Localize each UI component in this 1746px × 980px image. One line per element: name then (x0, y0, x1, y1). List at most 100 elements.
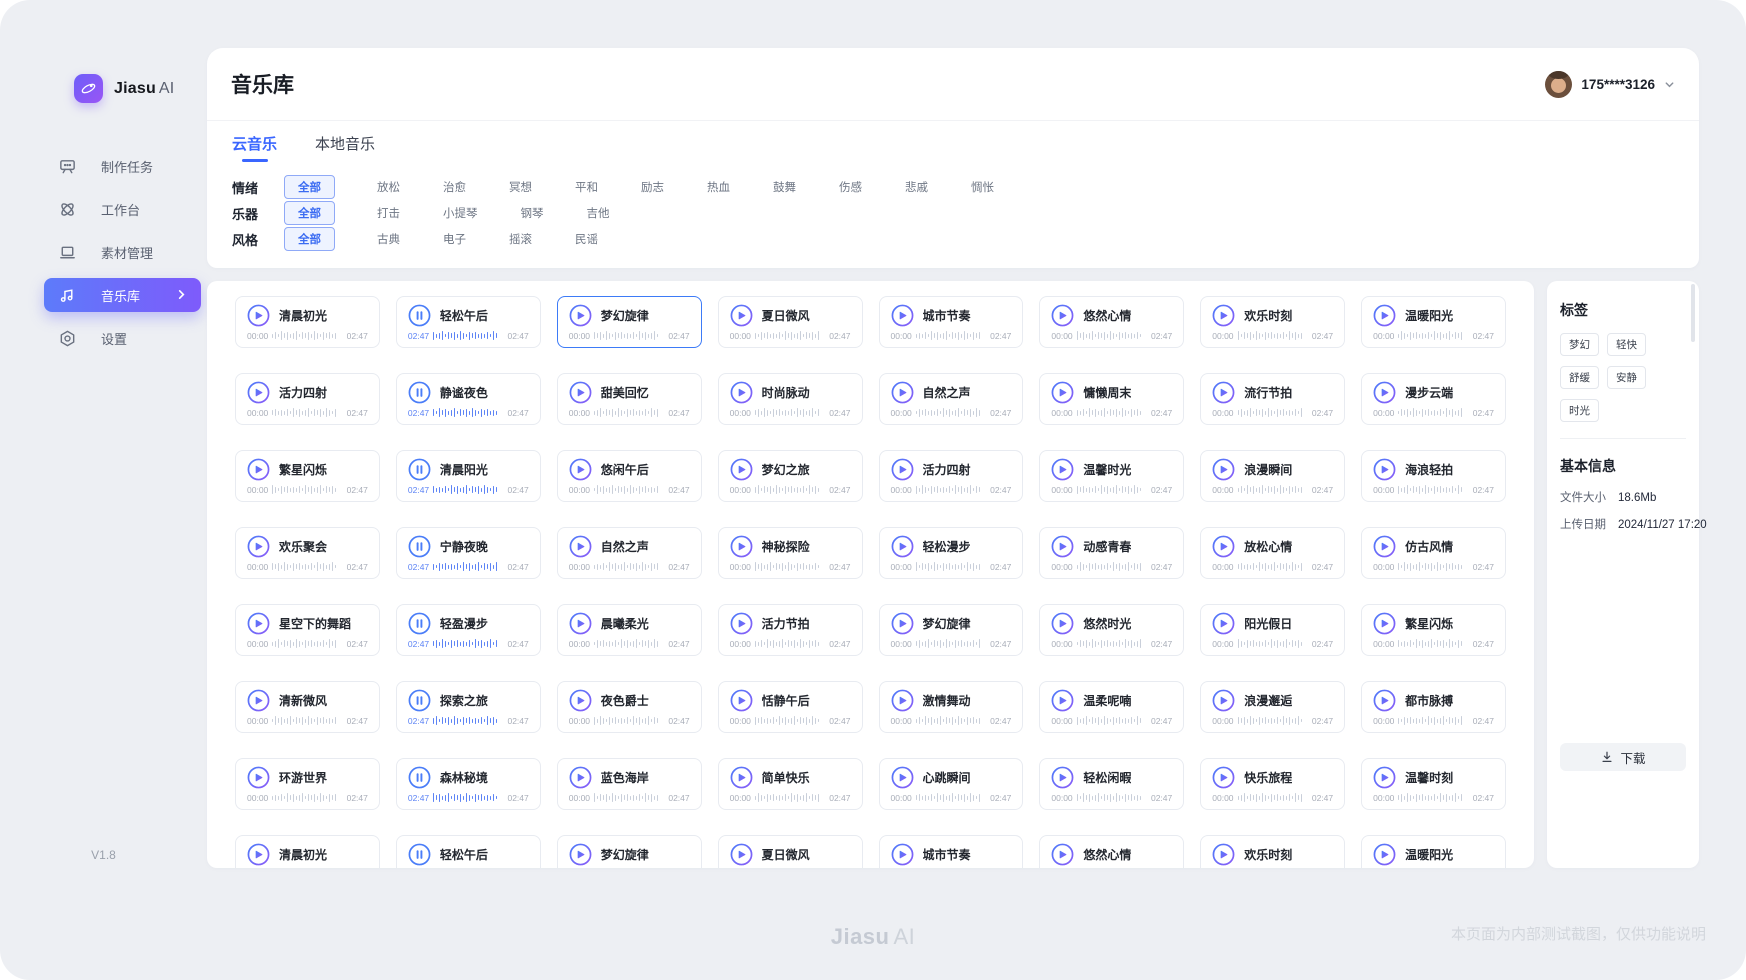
play-pause-button[interactable] (1051, 535, 1074, 558)
play-pause-button[interactable] (891, 381, 914, 404)
play-pause-button[interactable] (247, 535, 270, 558)
music-card[interactable]: 漫步云端 00:00 02:47 (1361, 373, 1506, 425)
waveform[interactable] (1398, 484, 1468, 495)
play-pause-button[interactable] (891, 304, 914, 327)
waveform[interactable] (594, 484, 664, 495)
music-card[interactable]: 温暖阳光 00:00 02:47 (1361, 296, 1506, 348)
waveform[interactable] (1077, 715, 1147, 726)
waveform[interactable] (1238, 484, 1308, 495)
music-card[interactable]: 温暖阳光 00:00 02:47 (1361, 835, 1506, 868)
music-card[interactable]: 激情舞动 00:00 02:47 (879, 681, 1024, 733)
filter-option[interactable]: 伤感 (838, 175, 863, 199)
waveform[interactable] (1238, 407, 1308, 418)
waveform[interactable] (594, 407, 664, 418)
music-card[interactable]: 清晨初光 00:00 02:47 (235, 296, 380, 348)
sidebar-item-tasks[interactable]: 制作任务 (44, 149, 201, 183)
waveform[interactable] (1238, 715, 1308, 726)
tag-chip[interactable]: 安静 (1607, 366, 1646, 389)
waveform[interactable] (1238, 792, 1308, 803)
waveform[interactable] (916, 484, 986, 495)
music-card[interactable]: 仿古风情 00:00 02:47 (1361, 527, 1506, 579)
music-card[interactable]: 环游世界 00:00 02:47 (235, 758, 380, 810)
music-card[interactable]: 夏日微风 00:00 02:47 (718, 296, 863, 348)
play-pause-button[interactable] (247, 458, 270, 481)
filter-option[interactable]: 鼓舞 (772, 175, 797, 199)
play-pause-button[interactable] (408, 304, 431, 327)
waveform[interactable] (1077, 638, 1147, 649)
play-pause-button[interactable] (1212, 612, 1235, 635)
waveform[interactable] (1077, 330, 1147, 341)
music-card[interactable]: 简单快乐 00:00 02:47 (718, 758, 863, 810)
filter-option[interactable]: 热血 (706, 175, 731, 199)
music-card[interactable]: 温馨时刻 00:00 02:47 (1361, 758, 1506, 810)
music-card[interactable]: 清晨阳光 02:47 02:47 (396, 450, 541, 502)
waveform[interactable] (1077, 561, 1147, 572)
music-card[interactable]: 梦幻旋律 00:00 02:47 (879, 604, 1024, 656)
filter-option[interactable]: 平和 (574, 175, 599, 199)
music-card[interactable]: 悠然心情 00:00 02:47 (1039, 296, 1184, 348)
waveform[interactable] (1238, 638, 1308, 649)
waveform[interactable] (433, 638, 503, 649)
play-pause-button[interactable] (408, 458, 431, 481)
waveform[interactable] (916, 561, 986, 572)
music-card[interactable]: 梦幻旋律 00:00 02:47 (557, 296, 702, 348)
music-card[interactable]: 轻松午后 02:47 02:47 (396, 835, 541, 868)
waveform[interactable] (272, 561, 342, 572)
waveform[interactable] (1238, 330, 1308, 341)
waveform[interactable] (916, 715, 986, 726)
filter-option[interactable]: 励志 (640, 175, 665, 199)
music-card[interactable]: 清新微风 00:00 02:47 (235, 681, 380, 733)
waveform[interactable] (272, 792, 342, 803)
filter-option[interactable]: 悲戚 (904, 175, 929, 199)
music-card[interactable]: 繁星闪烁 00:00 02:47 (1361, 604, 1506, 656)
play-pause-button[interactable] (1212, 458, 1235, 481)
play-pause-button[interactable] (730, 304, 753, 327)
waveform[interactable] (594, 715, 664, 726)
filter-option[interactable]: 全部 (284, 227, 335, 251)
sidebar-item-workbench[interactable]: 工作台 (44, 192, 201, 226)
play-pause-button[interactable] (569, 304, 592, 327)
music-card[interactable]: 星空下的舞蹈 00:00 02:47 (235, 604, 380, 656)
play-pause-button[interactable] (1212, 381, 1235, 404)
tag-chip[interactable]: 梦幻 (1560, 333, 1599, 356)
waveform[interactable] (755, 330, 825, 341)
play-pause-button[interactable] (730, 612, 753, 635)
music-card[interactable]: 欢乐聚会 00:00 02:47 (235, 527, 380, 579)
waveform[interactable] (1077, 484, 1147, 495)
play-pause-button[interactable] (408, 766, 431, 789)
play-pause-button[interactable] (1212, 843, 1235, 866)
music-card[interactable]: 海浪轻拍 00:00 02:47 (1361, 450, 1506, 502)
filter-option[interactable]: 电子 (442, 227, 467, 251)
waveform[interactable] (433, 792, 503, 803)
music-card[interactable]: 森林秘境 02:47 02:47 (396, 758, 541, 810)
play-pause-button[interactable] (569, 535, 592, 558)
music-card[interactable]: 悠然时光 00:00 02:47 (1039, 604, 1184, 656)
play-pause-button[interactable] (247, 843, 270, 866)
play-pause-button[interactable] (1051, 381, 1074, 404)
music-card[interactable]: 梦幻旋律 00:00 02:47 (557, 835, 702, 868)
music-card[interactable]: 活力节拍 00:00 02:47 (718, 604, 863, 656)
filter-option[interactable]: 吉他 (586, 201, 611, 225)
waveform[interactable] (433, 330, 503, 341)
music-card[interactable]: 繁星闪烁 00:00 02:47 (235, 450, 380, 502)
waveform[interactable] (272, 638, 342, 649)
filter-option[interactable]: 打击 (376, 201, 401, 225)
music-card[interactable]: 浪漫瞬间 00:00 02:47 (1200, 450, 1345, 502)
play-pause-button[interactable] (408, 381, 431, 404)
music-card[interactable]: 阳光假日 00:00 02:47 (1200, 604, 1345, 656)
play-pause-button[interactable] (730, 843, 753, 866)
play-pause-button[interactable] (891, 843, 914, 866)
waveform[interactable] (916, 792, 986, 803)
waveform[interactable] (1398, 792, 1468, 803)
play-pause-button[interactable] (1212, 304, 1235, 327)
music-card[interactable]: 晨曦柔光 00:00 02:47 (557, 604, 702, 656)
waveform[interactable] (272, 715, 342, 726)
play-pause-button[interactable] (1373, 535, 1396, 558)
waveform[interactable] (1077, 407, 1147, 418)
waveform[interactable] (755, 484, 825, 495)
play-pause-button[interactable] (891, 612, 914, 635)
waveform[interactable] (1398, 715, 1468, 726)
play-pause-button[interactable] (247, 612, 270, 635)
music-card[interactable]: 城市节奏 00:00 02:47 (879, 296, 1024, 348)
music-card[interactable]: 恬静午后 00:00 02:47 (718, 681, 863, 733)
